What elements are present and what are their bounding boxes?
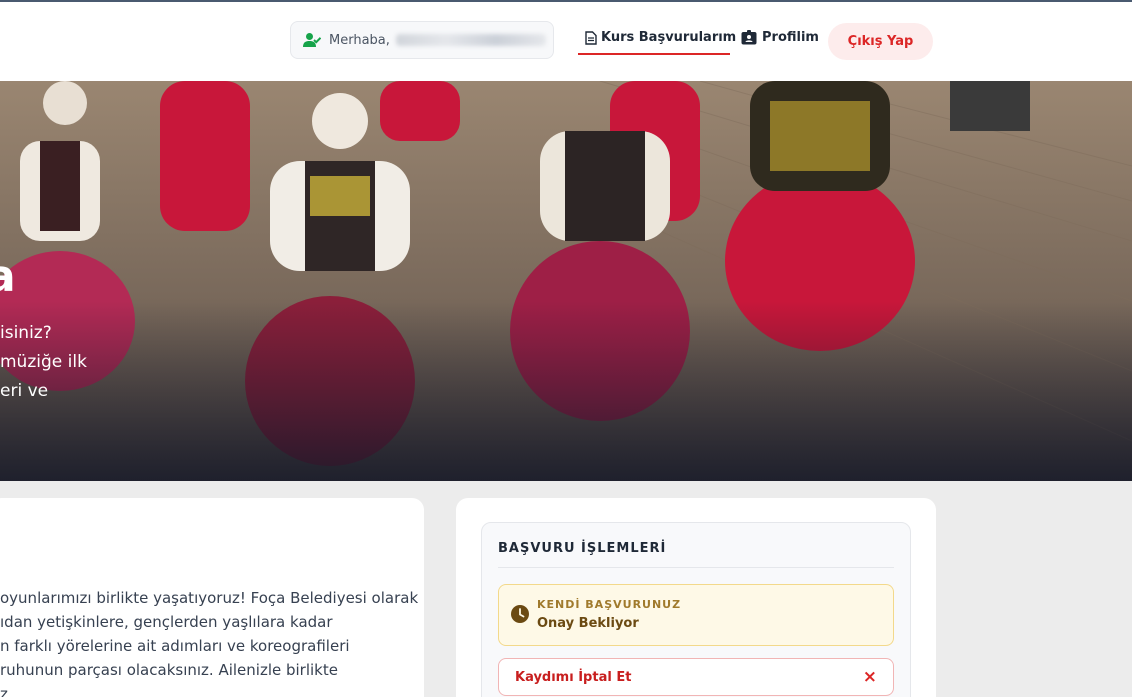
greeting-text: Merhaba,	[329, 32, 390, 48]
hero-text-line-2: müziğe ilk	[0, 352, 87, 372]
close-icon: ×	[862, 667, 877, 687]
site-header: Merhaba, Kurs Başvurularım Profilim Çıkı…	[0, 2, 1132, 81]
nav-course-applications[interactable]: Kurs Başvurularım	[585, 30, 736, 45]
nav-course-applications-label: Kurs Başvurularım	[601, 30, 737, 45]
active-nav-underline	[578, 53, 730, 55]
nav-profile-label: Profilim	[762, 30, 819, 45]
panel-divider	[498, 567, 894, 568]
hero-text-line-3: eri ve	[0, 381, 49, 401]
about-text-line-3: n farklı yörelerine ait adımları ve kore…	[0, 637, 350, 655]
id-badge-icon	[741, 30, 757, 45]
hero-title: a	[0, 251, 16, 302]
status-value: Onay Bekliyor	[537, 616, 639, 631]
about-text-line-1: oyunlarımızı birlikte yaşatıyoruz! Foça …	[0, 589, 419, 607]
cancel-registration-label: Kaydımı İptal Et	[515, 670, 632, 685]
hero-shade-overlay	[0, 81, 1132, 481]
redacted-username	[395, 34, 546, 46]
document-icon	[585, 30, 597, 45]
application-panel-title: BAŞVURU İŞLEMLERİ	[498, 541, 667, 556]
about-text-line-4: ruhunun parçası olacaksınız. Ailenizle b…	[0, 661, 338, 679]
status-label: KENDİ BAŞVURUNUZ	[537, 598, 682, 611]
user-check-icon	[303, 33, 321, 47]
hero-text-line-1: isiniz?	[0, 323, 52, 343]
user-greeting: Merhaba,	[290, 21, 554, 59]
logout-button[interactable]: Çıkış Yap	[828, 23, 933, 60]
nav-profile[interactable]: Profilim	[741, 30, 819, 45]
cancel-registration-button[interactable]: Kaydımı İptal Et ×	[498, 658, 894, 696]
hero-banner: a isiniz? müziğe ilk eri ve	[0, 81, 1132, 481]
about-text-line-2: ıdan yetişkinlere, gençlerden yaşlılara …	[0, 613, 333, 631]
about-text-line-5: z	[0, 685, 8, 697]
application-status-box: KENDİ BAŞVURUNUZ Onay Bekliyor	[498, 584, 894, 646]
clock-icon	[511, 605, 529, 623]
